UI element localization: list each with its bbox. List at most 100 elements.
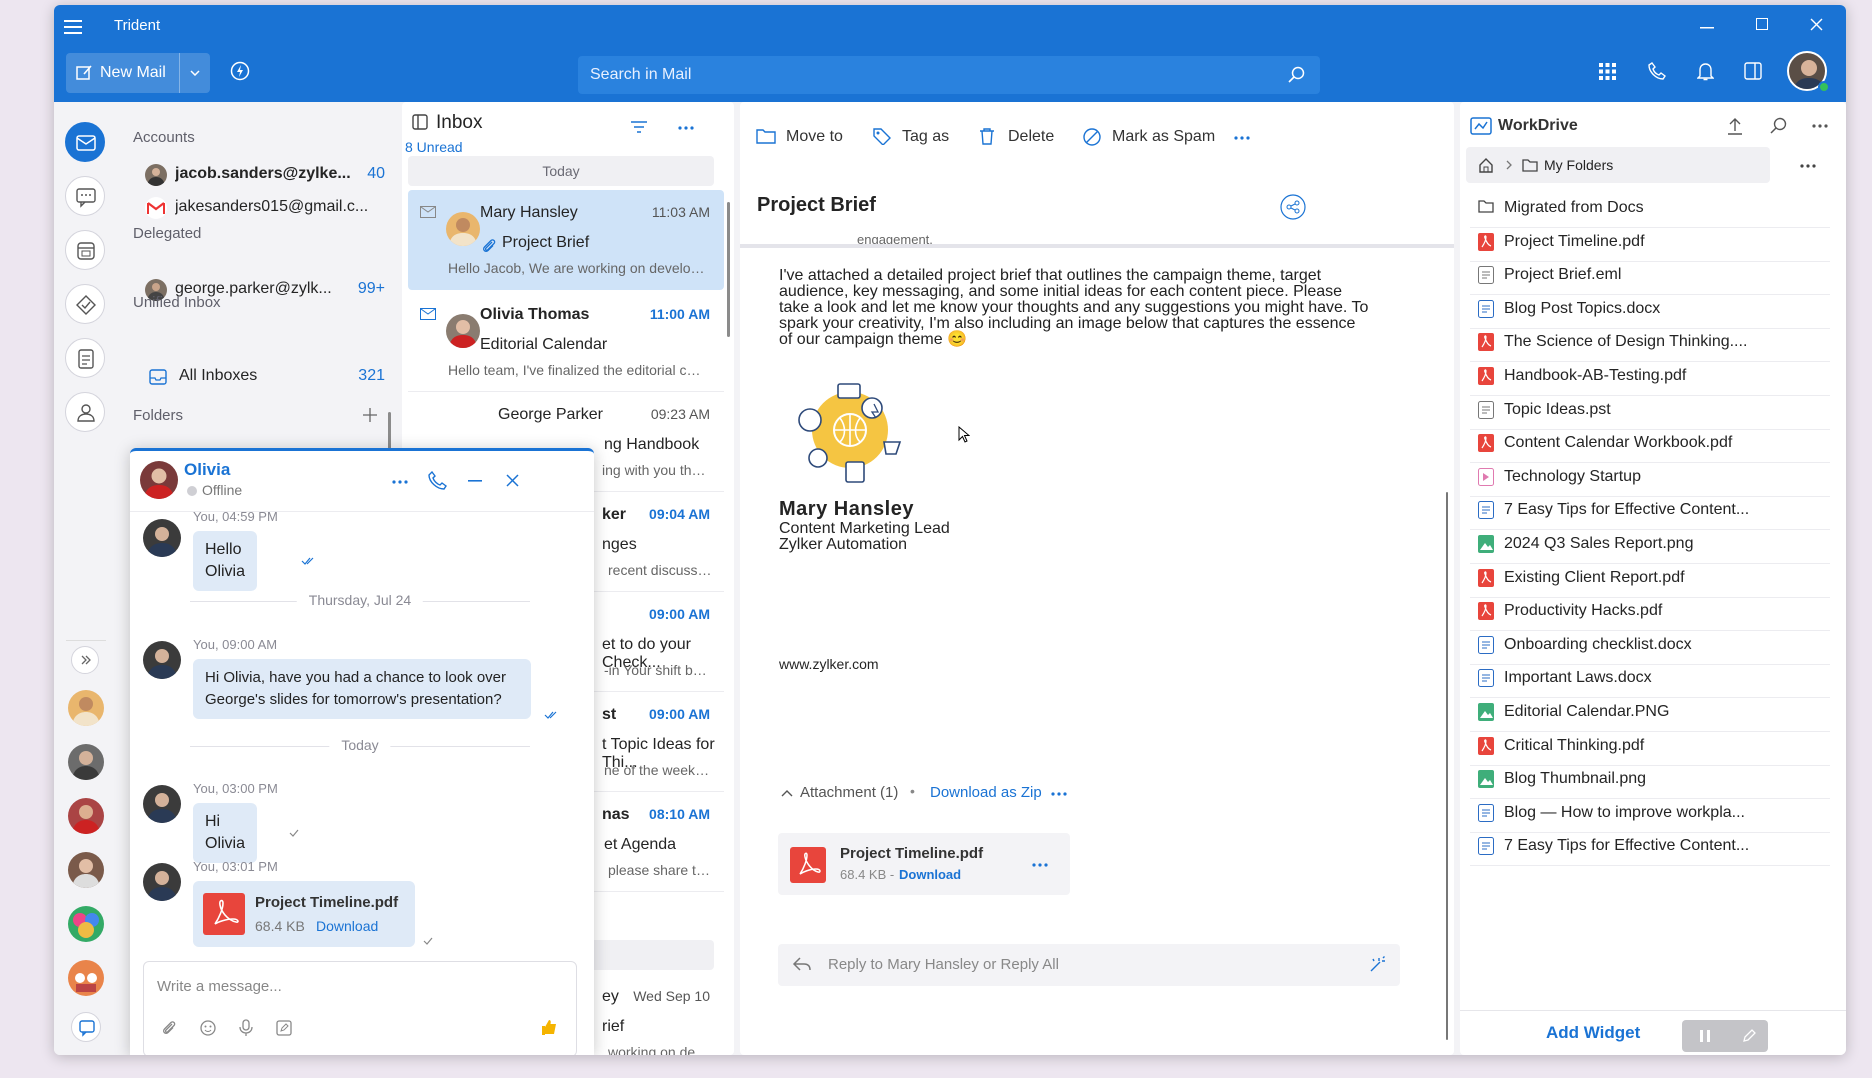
close-window-icon[interactable]	[1810, 18, 1823, 31]
share-icon[interactable]	[1280, 194, 1306, 220]
file-name: Productivity Hacks.pdf	[1504, 602, 1663, 620]
breadcrumb-more-icon[interactable]	[1800, 164, 1816, 168]
microphone-icon[interactable]	[239, 1019, 253, 1037]
upload-icon[interactable]	[1727, 117, 1743, 135]
pdf-file-icon	[1478, 333, 1494, 352]
chevron-up-icon[interactable]	[781, 789, 793, 797]
call-icon[interactable]	[428, 471, 448, 491]
filter-icon[interactable]	[631, 121, 647, 133]
format-icon[interactable]	[276, 1020, 292, 1036]
file-name: 7 Easy Tips for Effective Content...	[1504, 837, 1750, 855]
mail-item[interactable]: Mary Hansley 11:03 AM Project Brief Hell…	[408, 190, 724, 290]
minimize-chat-icon[interactable]	[468, 480, 482, 482]
contact-avatar[interactable]	[68, 798, 104, 834]
doc-file-icon	[1478, 669, 1494, 688]
scrollbar[interactable]	[1446, 492, 1448, 1040]
folder-file-icon	[1478, 199, 1494, 213]
chat-compose-box[interactable]: Write a message...	[143, 961, 577, 1055]
phone-icon[interactable]	[1648, 62, 1666, 80]
bell-icon[interactable]	[1697, 62, 1714, 81]
attachment-card[interactable]: Project Timeline.pdf 68.4 KB - Download	[778, 833, 1070, 895]
mail-time: 08:10 AM	[649, 806, 710, 822]
contact-avatar[interactable]	[68, 852, 104, 888]
group-avatar[interactable]	[68, 960, 104, 996]
side-panel-icon[interactable]	[1744, 62, 1762, 80]
emoji-icon[interactable]	[200, 1020, 216, 1036]
chat-app-icon[interactable]	[65, 176, 105, 216]
mail-app-icon[interactable]	[65, 122, 105, 162]
account-item[interactable]: jacob.sanders@zylke... 40	[145, 161, 385, 189]
mail-time: 09:23 AM	[650, 406, 710, 422]
attachment-download-link[interactable]: Download	[899, 867, 961, 882]
attachment-card-more-icon[interactable]	[1032, 863, 1048, 867]
file-name: Project Timeline.pdf	[1504, 232, 1645, 250]
account-item[interactable]: jakesanders015@gmail.c...	[145, 194, 385, 222]
new-mail-button[interactable]: New Mail	[66, 53, 210, 93]
breadcrumb-folder[interactable]: My Folders	[1544, 157, 1613, 173]
dot-separator: •	[910, 783, 915, 799]
file-name: Project Brief.eml	[1504, 266, 1622, 284]
more-actions-icon[interactable]	[1234, 136, 1250, 140]
notes-app-icon[interactable]	[65, 338, 105, 378]
drive-more-icon[interactable]	[1812, 124, 1828, 128]
sender-name: George Parker	[498, 406, 603, 423]
group-avatar[interactable]	[68, 906, 104, 942]
pause-icon[interactable]	[1700, 1030, 1710, 1042]
file-download-link[interactable]: Download	[316, 918, 378, 934]
more-options-icon[interactable]	[678, 126, 694, 130]
search-icon[interactable]	[1288, 66, 1306, 84]
search-input[interactable]: Search in Mail	[578, 56, 1320, 94]
doc-file-icon	[1478, 803, 1494, 822]
contact-avatar[interactable]	[68, 690, 104, 726]
avatar	[143, 641, 181, 679]
file-message-card[interactable]: Project Timeline.pdf 68.4 KB Download	[193, 881, 415, 947]
maximize-icon[interactable]	[1756, 18, 1768, 30]
mail-preview: ing with you the requ...	[602, 462, 712, 478]
calendar-app-icon[interactable]	[65, 230, 105, 270]
download-zip-link[interactable]: Download as Zip	[930, 784, 1042, 801]
inbox-icon	[149, 369, 167, 385]
scrollbar[interactable]	[388, 412, 391, 452]
offline-status-dot	[187, 486, 197, 496]
attach-icon[interactable]	[162, 1020, 176, 1036]
attachment-more-icon[interactable]	[1051, 792, 1067, 796]
apps-grid-icon[interactable]	[1599, 63, 1616, 80]
edit-icon[interactable]	[1742, 1029, 1756, 1043]
ai-sparkle-icon[interactable]	[1368, 956, 1386, 974]
pdf-file-icon	[1478, 232, 1494, 251]
thumbs-up-icon[interactable]	[540, 1018, 558, 1036]
chat-bubble-icon[interactable]	[71, 1012, 101, 1042]
quick-action-icon[interactable]	[230, 61, 250, 81]
avatar	[143, 519, 181, 557]
close-chat-icon[interactable]	[506, 474, 519, 487]
accounts-header: Accounts	[133, 129, 195, 146]
contact-avatar[interactable]	[68, 744, 104, 780]
folder-pane-toggle-icon[interactable]	[412, 114, 428, 130]
sender-avatar	[446, 212, 480, 246]
home-icon[interactable]	[1478, 157, 1494, 173]
media-controls[interactable]	[1682, 1020, 1768, 1052]
sender-name: ker	[602, 506, 627, 523]
all-inboxes-item[interactable]: All Inboxes 321	[145, 363, 385, 391]
chat-contact-name[interactable]: Olivia	[184, 460, 230, 480]
minimize-icon[interactable]	[1700, 27, 1714, 29]
unified-header: Unified Inbox	[133, 294, 221, 311]
file-name: Handbook-AB-Testing.pdf	[1504, 367, 1687, 384]
unread-count-label[interactable]: 8 Unread	[405, 139, 463, 155]
reply-box[interactable]: Reply to Mary Hansley or Reply All	[778, 944, 1400, 986]
file-item[interactable]: 7 Easy Tips for Effective Content...	[1470, 826, 1830, 867]
hamburger-menu-icon[interactable]	[64, 20, 82, 34]
contacts-app-icon[interactable]	[65, 392, 105, 432]
website-link[interactable]: www.zylker.com	[779, 656, 879, 672]
tasks-app-icon[interactable]	[65, 284, 105, 324]
sender-name: ey	[602, 988, 619, 1005]
scrollbar[interactable]	[727, 202, 730, 337]
mail-item[interactable]: Olivia Thomas 11:00 AM Editorial Calenda…	[408, 292, 724, 392]
expand-icon[interactable]	[71, 646, 99, 674]
chat-more-icon[interactable]	[392, 480, 408, 484]
add-folder-icon[interactable]	[363, 408, 377, 422]
envelope-icon	[420, 206, 436, 218]
add-widget-button[interactable]: Add Widget	[1546, 1023, 1640, 1043]
chevron-down-icon[interactable]	[190, 70, 200, 76]
drive-search-icon[interactable]	[1770, 117, 1788, 135]
